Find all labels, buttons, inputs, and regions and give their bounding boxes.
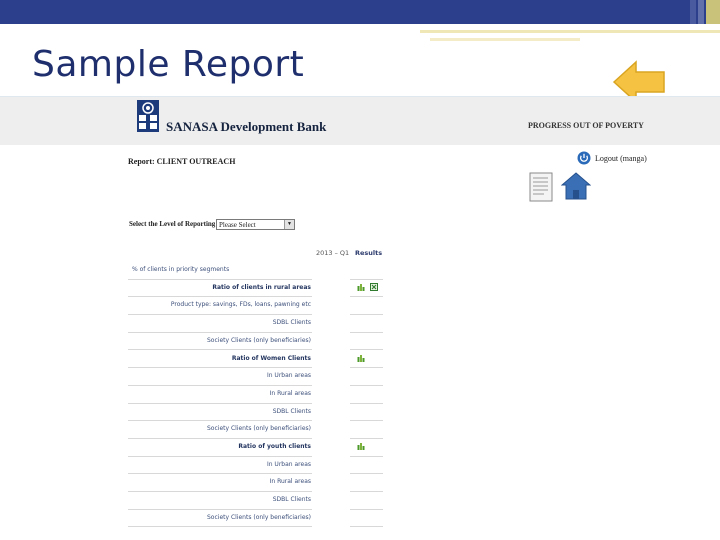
logout-label: Logout (manga) [595,153,647,163]
row-label: SDBL Clients [272,407,311,415]
row-label: In Urban areas [266,372,311,380]
row-label: % of clients in priority segments [132,266,230,273]
level-select-value: Please Select [219,220,256,229]
row-divider [350,526,383,528]
table-row: In Urban areas [128,457,383,475]
tagline: PROGRESS OUT OF POVERTY [528,121,644,130]
row-label: Product type: savings, FDs, loans, pawni… [170,301,311,309]
document-icon[interactable] [529,172,555,202]
chart-icon[interactable] [357,354,365,362]
row-label: Ratio of clients in rural areas [212,283,311,291]
table-row: In Rural areas [128,386,383,404]
row-actions [357,354,365,362]
chevron-down-icon: ▼ [284,220,294,229]
table-row: In Urban areas [128,368,383,386]
band-segment [698,0,704,24]
decorative-line [430,38,580,41]
row-label: Society Clients (only beneficiaries) [207,336,311,344]
chart-icon[interactable] [357,283,365,291]
table-row: Ratio of Women Clients [128,351,383,369]
table-row: Society Clients (only beneficiaries) [128,421,383,439]
period-header: 2013 – Q1 [316,249,350,257]
row-actions [357,442,365,450]
slide-title: Sample Report [32,44,305,85]
home-icon[interactable] [561,172,591,200]
excel-icon[interactable] [370,282,378,291]
decorative-line [420,30,720,33]
report-title: Report: CLIENT OUTREACH [128,157,236,166]
logout-link[interactable]: Logout (manga) [577,151,647,165]
level-select[interactable]: Please Select ▼ [216,219,295,230]
row-label: Society Clients (only beneficiaries) [207,425,311,433]
level-label: Select the Level of Reporting [129,220,216,228]
row-label: Ratio of Women Clients [231,354,311,362]
row-label: In Rural areas [269,478,311,486]
table-row: Ratio of clients in rural areas [128,280,383,298]
table-row: % of clients in priority segments [128,262,383,280]
table-row: In Rural areas [128,474,383,493]
row-label: In Rural areas [269,389,311,397]
chart-icon[interactable] [357,442,365,450]
row-divider [128,526,312,528]
sdbl-logo [137,100,159,132]
bank-name: SANASA Development Bank [166,119,327,134]
row-label: SDBL Clients [272,496,311,504]
table-row: Society Clients (only beneficiaries) [128,333,383,351]
results-header: Results [355,249,383,257]
row-label: Ratio of youth clients [238,443,311,450]
table-row: Product type: savings, FDs, loans, pawni… [128,297,383,316]
row-label: In Urban areas [266,460,311,468]
row-actions [357,282,378,291]
power-icon [577,151,591,165]
table-row: SDBL Clients [128,315,383,333]
table-row: Society Clients (only beneficiaries) [128,510,383,528]
table-row: SDBL Clients [128,492,383,510]
row-label: SDBL Clients [272,319,311,327]
table-row: Ratio of youth clients [128,439,383,457]
table-row: SDBL Clients [128,404,383,422]
band-segment [690,0,696,24]
band-segment [706,0,720,24]
row-label: Society Clients (only beneficiaries) [207,513,311,521]
slide-top-band [0,0,720,24]
